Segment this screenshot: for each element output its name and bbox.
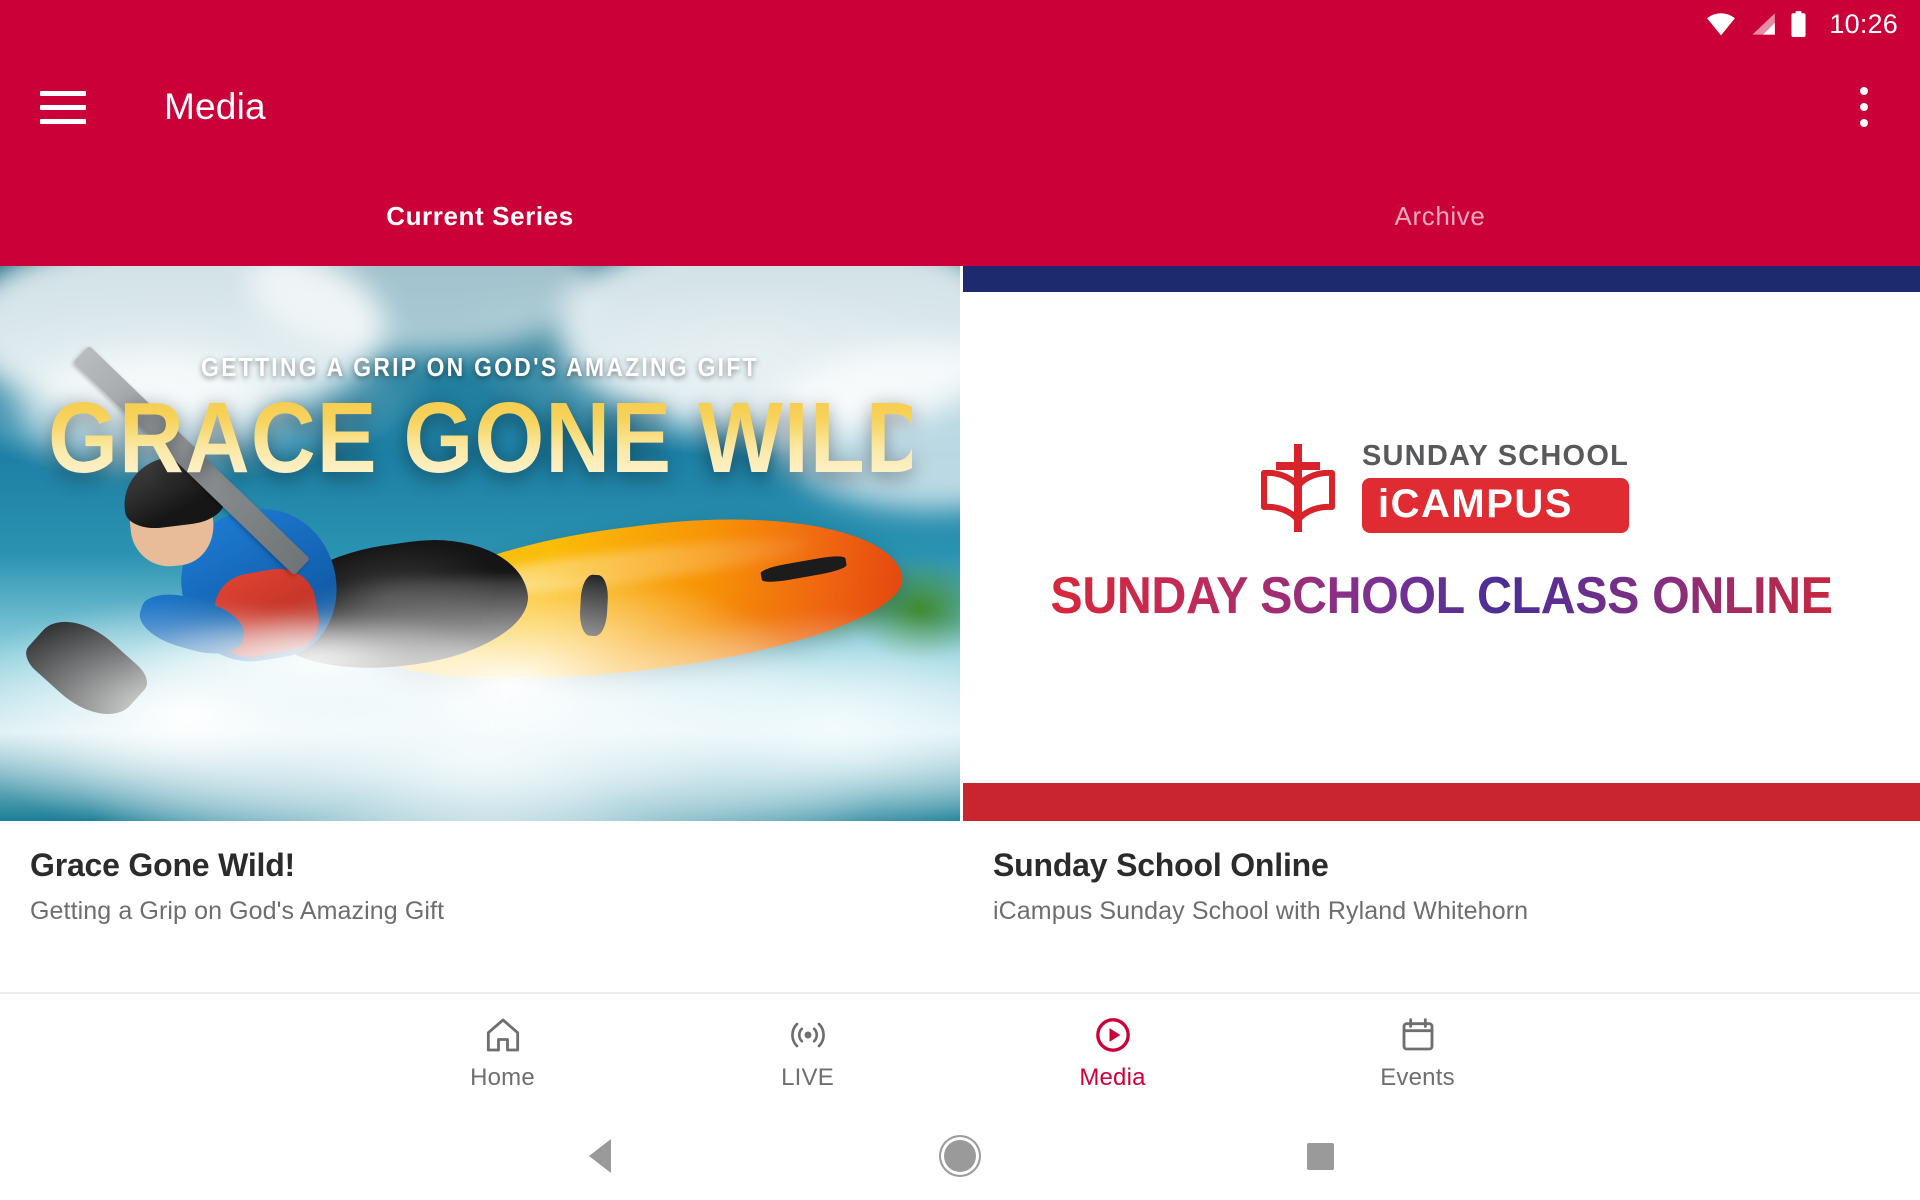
back-button[interactable]	[565, 1121, 635, 1191]
hamburger-bar	[40, 90, 86, 96]
series-artwork[interactable]: GETTING A GRIP ON GOD'S AMAZING GIFT GRA…	[0, 266, 960, 821]
series-card-sunday-school-online[interactable]: SUNDAY SCHOOL iCAMPUS SUNDAY SCHOOL CLAS…	[960, 266, 1920, 992]
nav-label: Media	[1079, 1063, 1146, 1091]
square-recents-icon	[1306, 1142, 1334, 1170]
series-title: Sunday School Online	[993, 847, 1329, 883]
series-subtitle: iCampus Sunday School with Ryland Whiteh…	[993, 896, 1529, 925]
status-icons: 10:26	[1706, 8, 1898, 39]
status-time: 10:26	[1829, 8, 1898, 39]
logo-top-line: SUNDAY SCHOOL	[1362, 440, 1629, 472]
series-subtitle: Getting a Grip on God's Amazing Gift	[30, 896, 445, 925]
series-artwork[interactable]: SUNDAY SCHOOL iCAMPUS SUNDAY SCHOOL CLAS…	[963, 266, 1920, 821]
play-circle-icon	[1095, 1017, 1130, 1052]
icampus-logo: SUNDAY SCHOOL iCAMPUS	[1254, 440, 1629, 536]
tab-bar: Current Series Archive	[0, 166, 1920, 266]
artwork-tagline: SUNDAY SCHOOL CLASS ONLINE	[1050, 566, 1833, 625]
icampus-badge: iCAMPUS	[1362, 478, 1629, 533]
artwork-center: SUNDAY SCHOOL iCAMPUS SUNDAY SCHOOL CLAS…	[963, 292, 1920, 783]
nav-item-media[interactable]: Media	[960, 1015, 1265, 1092]
series-card-text: Grace Gone Wild! Getting a Grip on God's…	[0, 821, 960, 992]
android-system-navigation	[0, 1112, 1920, 1200]
artwork-kicker-text: GETTING A GRIP ON GOD'S AMAZING GIFT	[201, 352, 759, 383]
nav-item-home[interactable]: Home	[350, 1015, 655, 1092]
cross-and-open-book-icon	[1261, 443, 1335, 532]
overflow-dot	[1860, 119, 1868, 127]
whitewater-kayaker-photo: GETTING A GRIP ON GOD'S AMAZING GIFT GRA…	[0, 266, 960, 821]
icampus-wordmark: SUNDAY SCHOOL iCAMPUS	[1362, 442, 1629, 533]
nav-label: LIVE	[781, 1063, 834, 1091]
calendar-icon	[1402, 1017, 1433, 1050]
tab-archive[interactable]: Archive	[960, 166, 1920, 266]
page-title: Media	[164, 86, 266, 127]
nav-label: Home	[470, 1063, 535, 1091]
bottom-navigation: Home LIVE Media Events	[0, 992, 1920, 1112]
series-card-text: Sunday School Online iCampus Sunday Scho…	[963, 821, 1920, 992]
series-grid: GETTING A GRIP ON GOD'S AMAZING GIFT GRA…	[0, 266, 1920, 992]
recents-button[interactable]	[1285, 1121, 1355, 1191]
circle-home-icon	[944, 1140, 976, 1172]
series-title: Grace Gone Wild!	[30, 847, 296, 883]
overflow-dot	[1860, 103, 1868, 111]
artwork-top-band	[963, 266, 1920, 292]
nav-label: Events	[1380, 1063, 1455, 1091]
more-vertical-icon[interactable]	[1834, 77, 1894, 137]
wifi-icon	[1707, 13, 1736, 36]
tab-current-series[interactable]: Current Series	[0, 166, 960, 266]
tab-label: Archive	[1394, 200, 1486, 231]
triangle-back-icon	[589, 1139, 611, 1173]
whitewater-foam	[0, 576, 960, 821]
cellular-signal-icon	[1752, 13, 1776, 35]
app-root: 10:26 Media Current Series Archive GETTI…	[0, 0, 1920, 1200]
nav-item-events[interactable]: Events	[1265, 1015, 1570, 1092]
artwork-bottom-band	[963, 783, 1920, 821]
nav-item-live[interactable]: LIVE	[655, 1015, 960, 1092]
overflow-dot	[1860, 87, 1868, 95]
artwork-headline-text: GRACE GONE WILD!	[48, 382, 960, 495]
hamburger-bar	[40, 104, 86, 110]
series-card-grace-gone-wild[interactable]: GETTING A GRIP ON GOD'S AMAZING GIFT GRA…	[0, 266, 960, 992]
home-icon	[486, 1018, 519, 1051]
broadcast-icon	[790, 1022, 825, 1047]
battery-icon	[1791, 10, 1806, 37]
status-bar: 10:26	[0, 0, 1920, 48]
app-bar: Media	[0, 48, 1920, 166]
home-button[interactable]	[925, 1121, 995, 1191]
hamburger-bar	[40, 118, 86, 124]
sunday-school-icampus-graphic: SUNDAY SCHOOL iCAMPUS SUNDAY SCHOOL CLAS…	[963, 266, 1920, 821]
hamburger-menu-icon[interactable]	[40, 79, 96, 135]
tab-label: Current Series	[386, 200, 574, 231]
